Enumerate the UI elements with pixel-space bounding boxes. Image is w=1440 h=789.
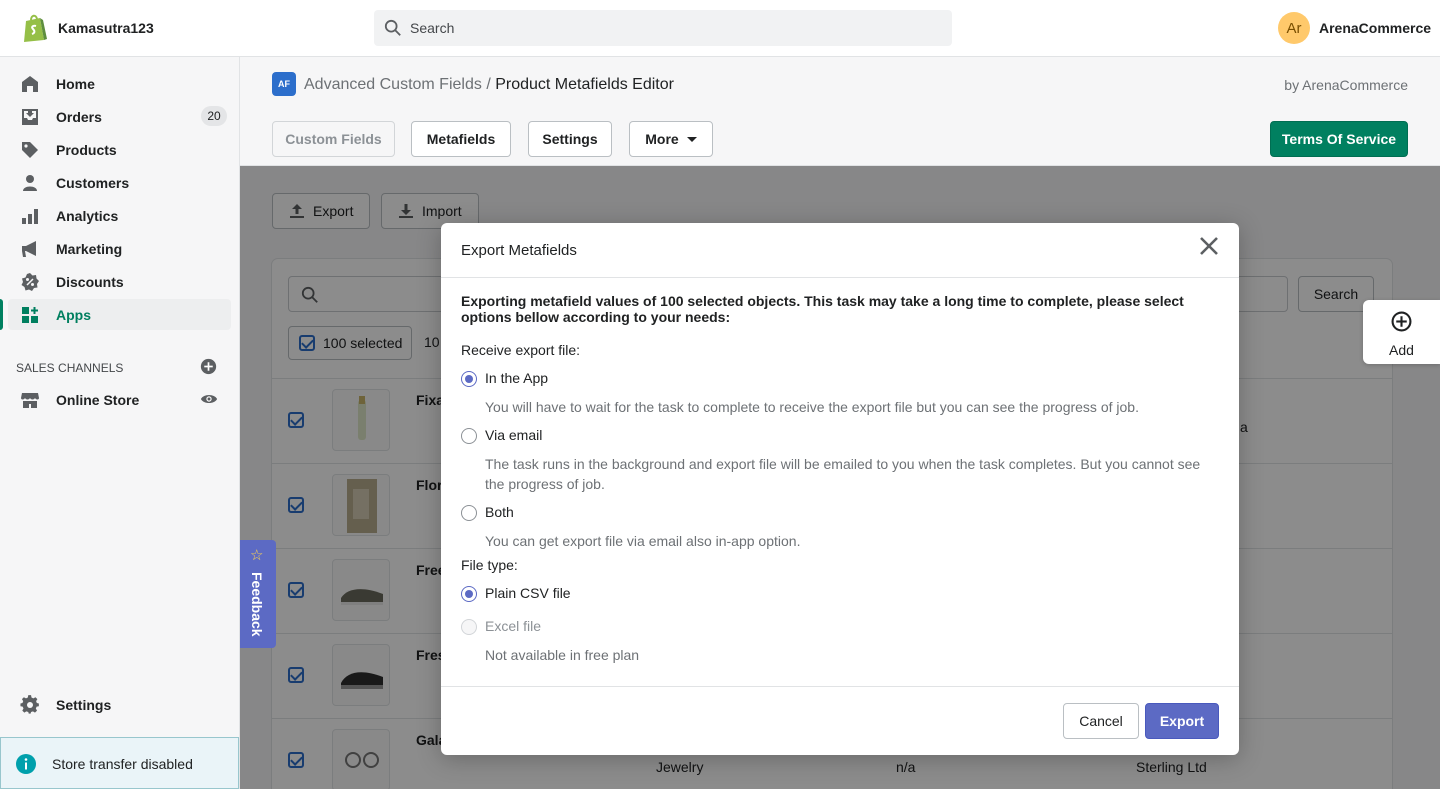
bar-chart-icon [22,209,38,224]
store-name[interactable]: Kamasutra123 [58,20,154,36]
option-label[interactable]: Both [485,504,514,520]
sidebar-item-apps[interactable]: Apps [8,299,231,330]
sidebar-item-label: Orders [56,109,102,125]
feedback-tab[interactable]: ☆ Feedback [240,540,276,648]
sales-channels-title: SALES CHANNELS [16,361,124,375]
sidebar-item-marketing[interactable]: Marketing [8,233,231,264]
star-icon: ☆ [250,547,264,564]
person-icon [23,175,37,191]
store-transfer-text: Store transfer disabled [52,756,193,772]
sidebar: Home Orders 20 Products Customers Analyt… [0,57,240,789]
more-button-label: More [645,131,679,147]
sidebar-item-label: Apps [56,307,91,323]
terms-of-service-button[interactable]: Terms Of Service [1270,121,1408,157]
option-label: Excel file [485,618,542,634]
export-confirm-button[interactable]: Export [1145,703,1219,739]
active-indicator [0,299,3,330]
store-icon [21,393,39,408]
orders-icon [22,109,38,125]
apps-icon [22,307,38,323]
top-bar: Kamasutra123 Search Ar ArenaCommerce [0,0,1440,57]
export-metafields-modal: Export Metafields Exporting metafield va… [441,223,1239,755]
sidebar-item-products[interactable]: Products [8,134,231,165]
radio-plain-csv[interactable] [461,586,477,602]
breadcrumb: Advanced Custom Fields / Product Metafie… [304,76,674,94]
sidebar-item-label: Online Store [56,392,140,408]
sidebar-item-online-store[interactable]: Online Store [8,384,188,415]
page-title: Product Metafields Editor [495,76,674,93]
modal-intro-text: Exporting metafield values of 100 select… [461,293,1184,325]
vendor-credit: by ArenaCommerce [1284,77,1408,93]
receive-export-label: Receive export file: [461,342,581,358]
sidebar-item-label: Analytics [56,208,119,224]
search-icon [384,19,401,36]
caret-down-icon [686,136,697,142]
sidebar-item-customers[interactable]: Customers [8,167,231,198]
radio-via-email[interactable] [461,428,477,444]
sidebar-item-discounts[interactable]: Discounts [8,266,231,297]
feedback-label: Feedback [249,572,265,637]
add-button[interactable]: Add [1363,300,1440,364]
sidebar-item-analytics[interactable]: Analytics [8,200,231,231]
search-placeholder: Search [410,20,455,36]
more-button[interactable]: More [629,121,713,157]
gear-icon [20,695,39,714]
option-label[interactable]: Plain CSV file [485,585,571,601]
sidebar-item-label: Settings [56,697,112,713]
sidebar-item-label: Marketing [56,241,123,257]
sidebar-item-orders[interactable]: Orders 20 [8,101,231,132]
option-label[interactable]: Via email [485,427,542,443]
radio-excel [461,619,477,635]
add-channel-icon[interactable] [200,358,217,375]
option-help: The task runs in the background and expo… [485,456,1201,492]
sidebar-item-settings[interactable]: Settings [8,689,231,720]
option-label[interactable]: In the App [485,370,548,386]
file-type-label: File type: [461,557,518,573]
option-help: You can get export file via email also i… [485,533,801,549]
option-help: Not available in free plan [485,647,640,663]
info-icon [16,754,36,774]
discount-icon [21,273,39,291]
close-icon[interactable] [1198,235,1220,257]
eye-icon[interactable] [200,392,218,406]
orders-count-badge: 20 [201,106,227,126]
home-icon [22,76,38,92]
megaphone-icon [22,241,36,257]
app-header: AF Advanced Custom Fields / Product Meta… [240,57,1440,166]
store-transfer-banner: Store transfer disabled [0,737,239,789]
modal-header: Export Metafields [441,223,1239,278]
add-button-label: Add [1389,342,1414,358]
custom-fields-button[interactable]: Custom Fields [272,121,395,157]
sidebar-item-label: Customers [56,175,130,191]
breadcrumb-separator: / [486,76,491,93]
settings-button[interactable]: Settings [528,121,612,157]
sidebar-item-label: Discounts [56,274,124,290]
sidebar-item-label: Home [56,76,95,92]
modal-title: Export Metafields [461,242,577,259]
radio-in-app[interactable] [461,371,477,387]
radio-both[interactable] [461,505,477,521]
shopify-logo-icon[interactable] [22,13,48,43]
app-logo-icon: AF [272,72,296,96]
option-help: You will have to wait for the task to co… [485,399,1139,415]
cancel-button[interactable]: Cancel [1063,703,1139,739]
user-name[interactable]: ArenaCommerce [1319,20,1431,36]
metafields-button[interactable]: Metafields [411,121,511,157]
modal-footer-divider [441,686,1239,687]
sidebar-item-home[interactable]: Home [8,68,231,99]
global-search-input[interactable]: Search [374,10,952,46]
sidebar-item-label: Products [56,142,117,158]
breadcrumb-parent[interactable]: Advanced Custom Fields [304,76,482,93]
add-circle-icon [1391,311,1412,332]
tag-icon [22,142,38,158]
avatar[interactable]: Ar [1278,12,1310,44]
